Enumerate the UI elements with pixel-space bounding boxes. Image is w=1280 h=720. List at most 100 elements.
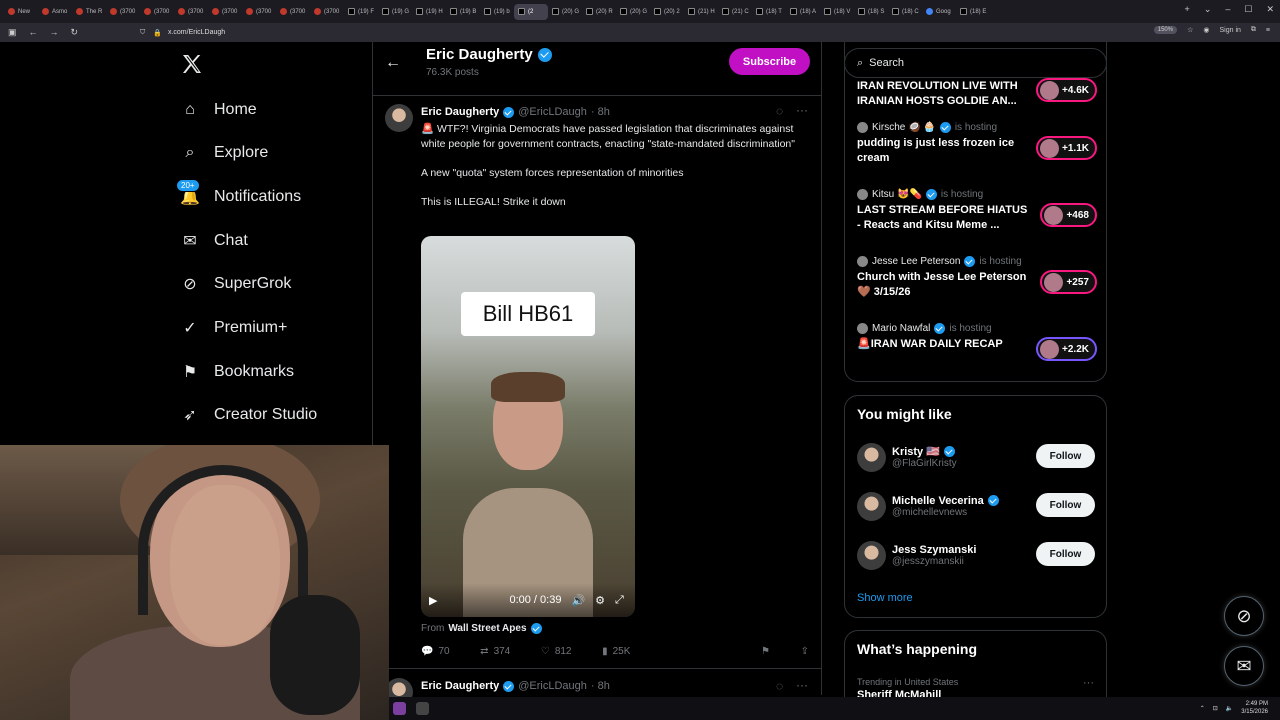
browser-tab[interactable]: (20) 2 <box>650 4 684 20</box>
follow-button[interactable]: Follow <box>1036 493 1095 517</box>
browser-tab[interactable]: (18) E <box>956 4 990 20</box>
bookmark-button[interactable]: ⚑ <box>761 646 770 657</box>
tab-list-icon[interactable]: ⌄ <box>1204 4 1212 15</box>
listener-pill[interactable]: +468 <box>1040 203 1097 227</box>
grok-fab-button[interactable]: ⊘ <box>1224 596 1264 636</box>
nav-item-home[interactable]: ⌂ Home <box>180 97 257 123</box>
browser-tab[interactable]: (3700 <box>208 4 242 20</box>
browser-tab[interactable]: (18) C <box>888 4 922 20</box>
more-icon[interactable]: ··· <box>1083 677 1094 689</box>
browser-tab[interactable]: (19) H <box>412 4 446 20</box>
listener-pill[interactable]: +257 <box>1040 270 1097 294</box>
browser-tab[interactable]: (19) b <box>480 4 514 20</box>
bookmark-star-icon[interactable]: ☆ <box>1187 26 1193 34</box>
avatar[interactable] <box>857 491 886 521</box>
space-item[interactable]: Jesse Lee Peterson is hosting Church with … <box>857 256 1097 300</box>
shield-icon[interactable]: ⛉ <box>140 29 145 37</box>
grok-icon[interactable]: ◌ <box>776 679 783 693</box>
nav-item-creator-studio[interactable]: ➶ Creator Studio <box>180 402 317 428</box>
zoom-level[interactable]: 150% <box>1153 26 1178 34</box>
back-icon[interactable]: ← <box>29 27 38 38</box>
network-icon[interactable]: ⊡ <box>1213 705 1218 712</box>
browser-tab[interactable]: (3700 <box>140 4 174 20</box>
browser-tab[interactable]: (19) F <box>344 4 378 20</box>
search-input[interactable]: ⌕ Search <box>844 48 1107 78</box>
tweet-time[interactable]: · 8h <box>591 106 610 118</box>
minimize-icon[interactable]: – <box>1225 4 1230 15</box>
suggested-user[interactable]: Kristy 🇺🇸 @FlaGirlKristy Follow <box>857 440 1095 474</box>
x-logo-icon[interactable] <box>180 52 204 76</box>
url-input[interactable]: x.com/EricLDaugh <box>168 29 225 36</box>
listener-pill[interactable]: +4.6K <box>1036 78 1097 102</box>
nav-item-supergrok[interactable]: ⊘ SuperGrok <box>180 271 291 297</box>
more-icon[interactable]: ··· <box>796 103 808 117</box>
suggested-user[interactable]: Jess Szymanski @jesszymanskii Follow <box>857 538 1095 572</box>
browser-tab[interactable]: (18) V <box>820 4 854 20</box>
browser-tab[interactable]: (18) A <box>786 4 820 20</box>
account-icon[interactable]: ◉ <box>1203 26 1209 34</box>
listener-pill[interactable]: +2.2K <box>1036 337 1097 361</box>
follow-button[interactable]: Follow <box>1036 444 1095 468</box>
browser-tab[interactable]: (3700 <box>310 4 344 20</box>
space-item[interactable]: IRAN REVOLUTION LIVE WITH IRANIAN HOSTS … <box>857 76 1097 109</box>
nav-item-bookmarks[interactable]: ⚑ Bookmarks <box>180 359 294 385</box>
space-item[interactable]: Mario Nawfal is hosting 🚨IRAN WAR DAILY RE… <box>857 323 1097 361</box>
browser-tab[interactable]: (20) R <box>582 4 616 20</box>
follow-button[interactable]: Follow <box>1036 542 1095 566</box>
volume-icon[interactable]: 🔊 <box>571 594 585 607</box>
browser-tab[interactable]: (19) B <box>446 4 480 20</box>
browser-tab[interactable]: (19) G <box>378 4 412 20</box>
messages-fab-button[interactable]: ✉ <box>1224 646 1264 686</box>
nav-item-premium[interactable]: ✓ Premium+ <box>180 315 287 341</box>
tweet-handle[interactable]: @EricLDaugh <box>518 106 587 118</box>
browser-tab[interactable]: (21) H <box>684 4 718 20</box>
extensions-icon[interactable]: ⧉ <box>1251 26 1256 34</box>
back-arrow-icon[interactable]: ← <box>385 54 401 72</box>
browser-tab[interactable]: (3700 <box>174 4 208 20</box>
sign-in-button[interactable]: Sign in <box>1220 27 1241 34</box>
repost-button[interactable]: ⇄ 374 <box>480 646 510 657</box>
app-icon[interactable] <box>393 702 406 715</box>
grok-icon[interactable]: ◌ <box>776 104 783 118</box>
tweet-author-name[interactable]: Eric Daugherty <box>421 680 499 692</box>
sidebar-toggle-icon[interactable]: ▣ <box>8 27 17 38</box>
more-icon[interactable]: ··· <box>796 678 808 692</box>
settings-icon[interactable]: ⚙ <box>595 594 605 607</box>
volume-icon[interactable]: 🔈 <box>1226 705 1233 712</box>
browser-tab[interactable]: (18) T <box>752 4 786 20</box>
menu-icon[interactable]: ≡ <box>1266 27 1270 34</box>
browser-tab[interactable]: The R <box>72 4 106 20</box>
tweet-time[interactable]: · 8h <box>591 680 610 692</box>
clock[interactable]: 2:49 PM 3/15/2026 <box>1241 700 1268 716</box>
share-button[interactable]: ⇪ <box>801 646 809 657</box>
tray-icon[interactable]: ⌃ <box>1200 705 1205 712</box>
app-icon[interactable] <box>416 702 429 715</box>
nav-item-notifications[interactable]: 🔔 20+ Notifications <box>176 179 301 210</box>
views-button[interactable]: ▮ 25K <box>602 646 630 657</box>
reply-button[interactable]: 💬 70 <box>421 646 450 657</box>
avatar[interactable] <box>385 104 413 132</box>
subscribe-button[interactable]: Subscribe <box>729 48 810 75</box>
browser-tab[interactable]: (3700 <box>106 4 140 20</box>
browser-tab[interactable]: (3700 <box>242 4 276 20</box>
space-item[interactable]: Kirsche 🥥 🧁 is hosting pudding is just les… <box>857 122 1097 166</box>
suggested-user[interactable]: Michelle Vecerina @michellevnews Follow <box>857 489 1095 523</box>
space-item[interactable]: Kitsu 😻💊 is hosting LAST STREAM BEFORE HIA… <box>857 189 1097 233</box>
nav-item-chat[interactable]: ✉ Chat <box>180 228 248 254</box>
show-more-link[interactable]: Show more <box>857 592 913 604</box>
reload-icon[interactable]: ↻ <box>71 27 79 38</box>
browser-tab[interactable]: (3700 <box>276 4 310 20</box>
avatar[interactable] <box>857 540 886 570</box>
tweet-handle[interactable]: @EricLDaugh <box>518 680 587 692</box>
like-button[interactable]: ♡ 812 <box>541 646 572 657</box>
source-account-link[interactable]: Wall Street Apes <box>448 623 526 634</box>
tweet-video[interactable]: Bill HB61 ▶ 0:00 / 0:39 🔊 ⚙ ⤢ <box>421 236 635 617</box>
listener-pill[interactable]: +1.1K <box>1036 136 1097 160</box>
browser-tab[interactable]: (18) S <box>854 4 888 20</box>
browser-tab[interactable]: New <box>4 4 38 20</box>
new-tab-button[interactable]: + <box>1185 4 1190 15</box>
avatar[interactable] <box>857 442 886 472</box>
lock-icon[interactable]: 🔒 <box>153 29 162 37</box>
nav-item-explore[interactable]: ⌕ Explore <box>180 140 269 166</box>
forward-icon[interactable]: → <box>50 27 59 38</box>
